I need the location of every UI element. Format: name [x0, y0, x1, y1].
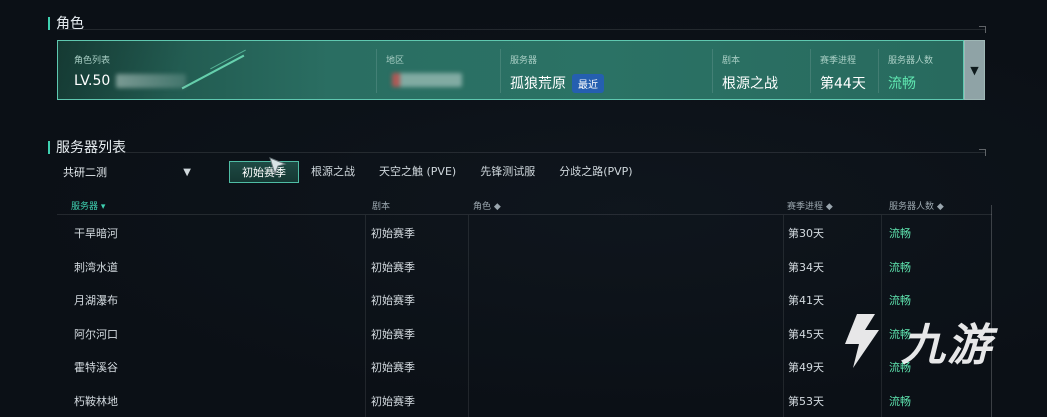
- divider: [810, 49, 811, 93]
- field-value-region: [386, 73, 462, 87]
- server-list-section-title: 服务器列表: [48, 137, 126, 157]
- cell-script: 初始赛季: [371, 361, 415, 374]
- field-season-progress: 赛季进程 第44天: [820, 53, 866, 93]
- title-accent-bar: [48, 140, 50, 154]
- divider: [712, 49, 713, 93]
- cell-script: 初始赛季: [371, 260, 415, 274]
- column-divider: [365, 215, 366, 417]
- cell-status: 流畅: [889, 227, 911, 240]
- field-value-script: 根源之战: [722, 76, 778, 92]
- field-population: 服务器人数 流畅: [888, 53, 933, 93]
- region-select[interactable]: 共研二测 ▼: [57, 160, 197, 184]
- field-value-server: 孤狼荒原 最近: [510, 73, 604, 93]
- sort-icon: ◆: [936, 202, 944, 212]
- field-label: 剧本: [722, 56, 741, 66]
- column-header-role[interactable]: 角色 ◆: [473, 199, 501, 212]
- table-header: 服务器 ▾ 剧本 角色 ◆ 赛季进程 ◆ 服务器人数 ◆: [57, 195, 992, 215]
- character-title-rule: [57, 26, 986, 33]
- field-label: 地区: [386, 56, 405, 66]
- expand-character-button[interactable]: ▼: [964, 40, 985, 100]
- sort-icon: ◆: [493, 202, 501, 212]
- cell-server: 阿尔河口: [74, 327, 118, 341]
- cell-progress: 第41天: [788, 294, 824, 307]
- tab-sky-touch-pve[interactable]: 天空之触 (PVE): [367, 161, 468, 183]
- sort-icon: ◆: [825, 202, 833, 212]
- cell-progress: 第49天: [788, 361, 824, 374]
- divider: [878, 49, 879, 93]
- tab-vanguard-test[interactable]: 先锋测试服: [468, 161, 547, 183]
- field-value-progress: 第44天: [820, 76, 866, 92]
- divider: [376, 49, 377, 93]
- cell-script: 初始赛季: [371, 227, 415, 240]
- chevron-down-icon: ▼: [183, 166, 191, 178]
- field-label: 服务器人数: [888, 56, 934, 66]
- cell-script: 初始赛季: [371, 294, 415, 307]
- watermark-text: 九游: [901, 320, 993, 371]
- table-row[interactable]: 朽鞍林地 初始赛季 第53天 流畅: [57, 383, 992, 417]
- season-tabs: 初始赛季 根源之战 天空之触 (PVE) 先锋测试服 分歧之路(PVP): [229, 161, 645, 183]
- region-select-value: 共研二测: [63, 166, 107, 179]
- table-row[interactable]: 干旱暗河 初始赛季 第30天 流畅: [57, 215, 992, 249]
- sort-desc-icon: ▾: [100, 202, 106, 212]
- title-accent-bar: [48, 16, 50, 30]
- cell-status: 流畅: [889, 394, 911, 408]
- cell-script: 初始赛季: [371, 327, 415, 341]
- cell-server: 刺湾水道: [74, 260, 118, 274]
- field-label: 赛季进程: [820, 56, 857, 66]
- recent-badge: 最近: [572, 73, 604, 93]
- chevron-down-icon: ▼: [970, 63, 979, 77]
- field-value-population: 流畅: [888, 76, 916, 92]
- character-title-text: 角色: [56, 16, 84, 32]
- cell-server: 干旱暗河: [74, 227, 118, 240]
- column-header-script[interactable]: 剧本: [372, 199, 390, 212]
- cell-progress: 第30天: [788, 227, 824, 240]
- table-row[interactable]: 刺湾水道 初始赛季 第34天 流畅: [57, 249, 992, 283]
- character-section-title: 角色: [48, 13, 84, 33]
- divider: [500, 49, 501, 93]
- field-server: 服务器 孤狼荒原 最近: [510, 53, 604, 93]
- watermark-logo-icon: [845, 314, 879, 368]
- column-header-population[interactable]: 服务器人数 ◆: [889, 199, 944, 212]
- cell-progress: 第34天: [788, 260, 824, 274]
- cell-status: 流畅: [889, 260, 911, 274]
- tab-divergent-road-pvp[interactable]: 分歧之路(PVP): [547, 161, 644, 183]
- server-list-title-text: 服务器列表: [56, 140, 126, 156]
- field-value-level: LV.50: [74, 73, 187, 89]
- field-character-list: 角色列表 LV.50: [74, 53, 187, 89]
- character-card[interactable]: 角色列表 LV.50 地区 服务器 孤狼荒原 最近 剧本 根源之战 赛季进程 第…: [57, 40, 964, 100]
- column-divider: [468, 215, 469, 417]
- cell-server: 月湖瀑布: [74, 294, 118, 307]
- cell-server: 朽鞍林地: [74, 394, 118, 408]
- mouse-cursor-icon: [269, 157, 287, 176]
- watermark: 九游: [835, 308, 1015, 374]
- column-divider: [783, 215, 784, 417]
- field-label: 服务器: [510, 56, 538, 66]
- server-table: 服务器 ▾ 剧本 角色 ◆ 赛季进程 ◆ 服务器人数 ◆ 干旱暗河 初始赛季 第…: [57, 195, 992, 416]
- field-script: 剧本 根源之战: [722, 53, 778, 93]
- column-header-progress[interactable]: 赛季进程 ◆: [787, 199, 833, 212]
- tab-origin-war[interactable]: 根源之战: [299, 161, 367, 183]
- column-header-server[interactable]: 服务器 ▾: [71, 199, 105, 212]
- field-label: 角色列表: [74, 56, 111, 66]
- cell-progress: 第45天: [788, 327, 824, 341]
- server-list-title-rule: [57, 149, 986, 156]
- cell-server: 霍特溪谷: [74, 361, 118, 374]
- cell-status: 流畅: [889, 294, 911, 307]
- blurred-name: [116, 74, 187, 88]
- cell-script: 初始赛季: [371, 394, 415, 408]
- field-region: 地区: [386, 53, 462, 87]
- blurred-region: [392, 73, 462, 87]
- cell-progress: 第53天: [788, 394, 824, 408]
- tab-initial-season[interactable]: 初始赛季: [229, 161, 299, 183]
